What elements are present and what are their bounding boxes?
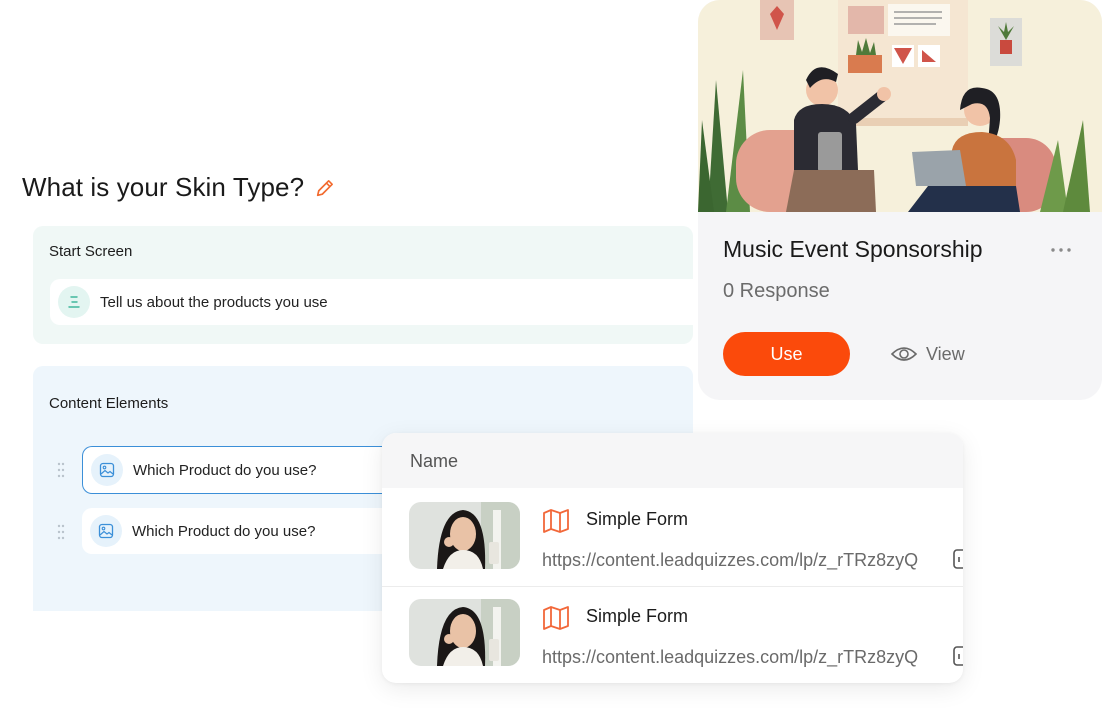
drag-handle-icon[interactable] [57,462,65,478]
template-illustration [698,0,1102,212]
row-divider [382,586,963,587]
table-row[interactable]: Simple Form https://content.leadquizzes.… [382,586,963,682]
template-responses: 0 Response [723,280,830,302]
drag-handle-icon[interactable] [57,524,65,540]
question-title: What is your Skin Type? [22,172,305,202]
image-icon [90,515,122,547]
copy-icon[interactable] [952,645,963,667]
use-button[interactable]: Use [723,332,850,376]
pencil-icon[interactable] [314,177,336,199]
more-icon[interactable] [1050,246,1072,254]
canvas: What is your Skin Type? Start Screen Tel… [0,0,1102,717]
template-card[interactable]: Music Event Sponsorship 0 Response Use V… [698,0,1102,400]
content-element-label: Which Product do you use? [133,461,317,479]
image-icon [91,454,123,486]
template-title: Music Event Sponsorship [723,236,983,262]
table-header: Name [382,433,963,488]
eye-icon [890,347,918,361]
map-icon [543,509,569,533]
forms-table: Name Simple Form https://content.leadqui… [382,433,963,683]
content-element-item[interactable]: Which Product do you use? [82,508,412,554]
form-name[interactable]: Simple Form [586,606,688,627]
table-row[interactable]: Simple Form https://content.leadquizzes.… [382,489,963,585]
form-url[interactable]: https://content.leadquizzes.com/lp/z_rTR… [542,647,918,668]
text-lines-icon [58,286,90,318]
content-elements-heading: Content Elements [49,395,169,412]
column-header-name[interactable]: Name [410,451,458,472]
view-button-label: View [926,343,965,364]
use-button-label: Use [770,343,803,364]
content-element-label: Which Product do you use? [132,522,316,540]
form-thumbnail [409,599,520,666]
copy-icon[interactable] [952,548,963,570]
form-thumbnail [409,502,520,569]
start-screen-item-label: Tell us about the products you use [100,293,328,311]
form-name[interactable]: Simple Form [586,509,688,530]
form-url[interactable]: https://content.leadquizzes.com/lp/z_rTR… [542,550,918,571]
map-icon [543,606,569,630]
content-element-item[interactable]: Which Product do you use? [82,446,413,494]
start-screen-item[interactable]: Tell us about the products you use [50,279,700,325]
question-title-row: What is your Skin Type? [22,172,336,203]
view-button[interactable]: View [876,332,988,376]
start-screen-panel: Start Screen Tell us about the products … [33,226,700,344]
start-screen-heading: Start Screen [49,243,133,260]
